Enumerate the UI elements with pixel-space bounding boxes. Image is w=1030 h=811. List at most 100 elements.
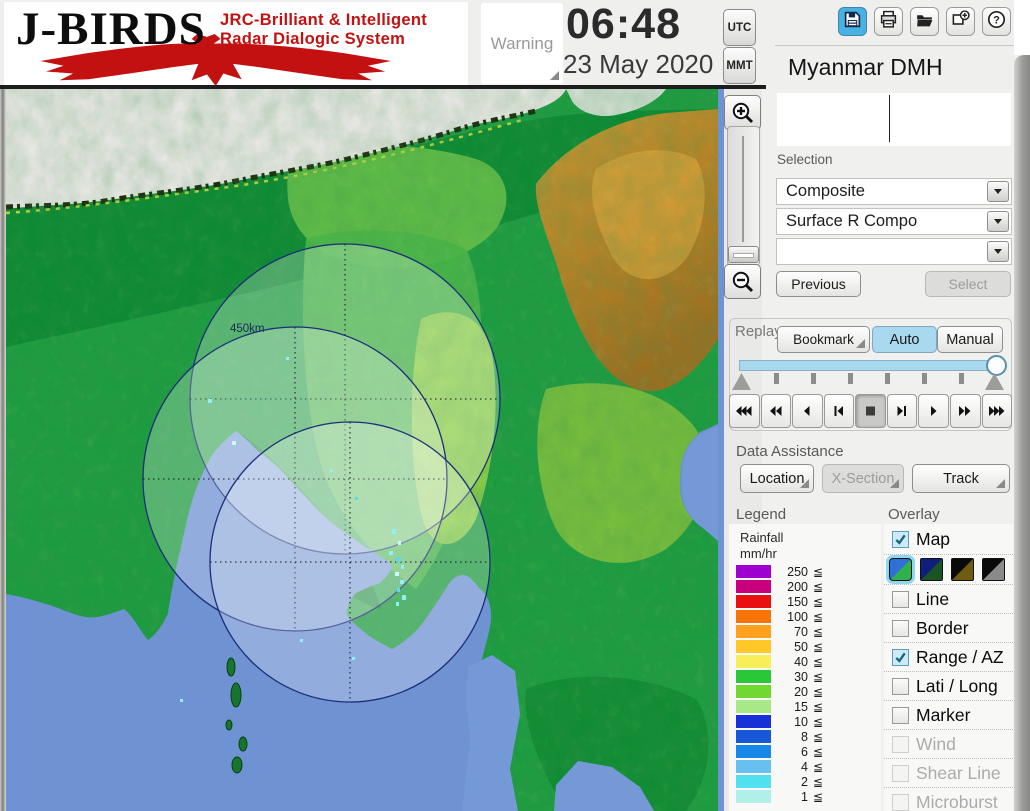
legend-value: 1 (801, 790, 808, 804)
legend-unit-symbol: ≦ (813, 685, 824, 699)
fastest-rewind-button[interactable] (729, 394, 760, 428)
replay-timeline-slider[interactable] (739, 360, 997, 371)
legend-value: 2 (801, 775, 808, 789)
radar-map[interactable]: 450km (6, 89, 724, 811)
add-image-button[interactable] (946, 7, 975, 36)
map-style-swatch-4[interactable] (982, 558, 1005, 581)
previous-button[interactable]: Previous (776, 271, 861, 297)
checkbox-lati-long[interactable] (892, 677, 909, 695)
play-reverse-button[interactable] (792, 394, 823, 428)
station-list-box[interactable] (777, 93, 1011, 146)
overlay-item-shear-line[interactable]: Shear Line (884, 758, 1013, 787)
station-list-divider (889, 95, 890, 142)
step-forward-button[interactable] (886, 394, 918, 428)
checkbox-shear-line[interactable] (892, 764, 909, 782)
overlay-item-border[interactable]: Border (884, 613, 1013, 642)
print-button[interactable] (874, 7, 903, 36)
legend-unit-symbol: ≦ (813, 775, 824, 789)
replay-auto-button[interactable]: Auto (872, 326, 937, 353)
checkbox-border[interactable] (892, 619, 909, 637)
fast-rewind-button[interactable] (760, 394, 792, 428)
map-zoom-in-button[interactable] (724, 95, 761, 130)
overlay-item-wind[interactable]: Wind (884, 729, 1013, 758)
legend-unit-symbol: ≦ (813, 610, 824, 624)
overlay-item-lati-long[interactable]: Lati / Long (884, 671, 1013, 700)
selection-dropdown-2[interactable]: Surface R Compo (776, 208, 1012, 235)
bookmark-button[interactable]: Bookmark (777, 326, 870, 353)
overlay-item-map[interactable]: Map (884, 524, 1013, 554)
j-birds-application: J-BIRDS JRC-Brilliant & Intelligent Rada… (0, 0, 1030, 811)
checkbox-map[interactable] (892, 530, 909, 548)
replay-slider-handle[interactable] (986, 355, 1007, 376)
map-zoom-slider-handle[interactable] (728, 246, 759, 263)
selection-dropdown-1[interactable]: Composite (776, 178, 1012, 205)
map-style-swatch-1[interactable] (889, 558, 912, 581)
legend-title: Rainfall mm/hr (740, 530, 783, 562)
x-section-button[interactable]: X-Section (822, 464, 904, 493)
legend-color-swatch (736, 700, 771, 713)
legend-value: 20 (794, 685, 808, 699)
legend-row: 8 ≦ (729, 729, 881, 744)
legend-color-swatch (736, 580, 771, 593)
legend-value: 15 (794, 700, 808, 714)
checkbox-microburst[interactable] (892, 793, 909, 811)
timezone-mmt-button[interactable]: MMT (723, 47, 756, 84)
legend-unit-symbol: ≦ (813, 670, 824, 684)
legend-row: 4 ≦ (729, 759, 881, 774)
magnifier-minus-icon (732, 271, 753, 292)
gulf-of-martaban (462, 655, 520, 811)
legend-value: 40 (794, 655, 808, 669)
location-button[interactable]: Location (740, 464, 814, 493)
track-button[interactable]: Track (912, 464, 1010, 493)
replay-manual-button[interactable]: Manual (937, 326, 1003, 353)
timeline-tick (922, 373, 927, 384)
checkbox-line[interactable] (892, 590, 909, 608)
timezone-utc-button[interactable]: UTC (723, 9, 756, 46)
select-button[interactable]: Select (925, 271, 1011, 297)
fast-forward-button[interactable] (949, 394, 981, 428)
overlay-item-label: Line (916, 588, 950, 609)
checkbox-range-az[interactable] (892, 648, 909, 666)
save-button[interactable] (838, 7, 867, 36)
dropdown-arrow-button[interactable] (987, 181, 1009, 202)
overlay-item-line[interactable]: Line (884, 584, 1013, 613)
open-folder-button[interactable] (910, 7, 939, 36)
legend-color-swatch (736, 640, 771, 653)
legend-value: 10 (794, 715, 808, 729)
selection-dropdown-3[interactable] (776, 238, 1012, 265)
button-label: Location (749, 470, 805, 487)
warning-button[interactable]: Warning (481, 3, 563, 84)
legend-value: 30 (794, 670, 808, 684)
stop-button[interactable] (855, 394, 886, 428)
chevron-down-icon (994, 219, 1002, 224)
overlay-item-label: Wind (916, 733, 956, 754)
dropdown-arrow-button[interactable] (987, 241, 1009, 262)
map-style-swatch-2[interactable] (920, 558, 943, 581)
step-backward-button[interactable] (823, 394, 855, 428)
overlay-item-marker[interactable]: Marker (884, 700, 1013, 729)
legend-unit-symbol: ≦ (813, 745, 824, 759)
overlay-item-range-az[interactable]: Range / AZ (884, 642, 1013, 671)
legend-row: 100 ≦ (729, 609, 881, 624)
fastest-forward-button[interactable] (981, 394, 1013, 428)
overlay-item-microburst[interactable]: Microburst (884, 787, 1013, 811)
checkbox-wind[interactable] (892, 735, 909, 753)
panel-header-divider (775, 45, 1014, 46)
dropdown-arrow-button[interactable] (987, 211, 1009, 232)
play-forward-button[interactable] (918, 394, 949, 428)
panel-scrollbar[interactable] (1014, 55, 1030, 811)
rainfall-legend: Rainfall mm/hr 250 ≦ 200 ≦ 150 ≦ 100 ≦ 70 ≦ 50 ≦ 40 ≦… (729, 524, 881, 811)
map-zoom-out-button[interactable] (724, 264, 761, 299)
legend-row: 70 ≦ (729, 624, 881, 639)
range-ring-label: 450km (230, 323, 265, 335)
legend-color-swatch (736, 595, 771, 608)
chevron-down-icon (994, 249, 1002, 254)
bookmark-button-label: Bookmark (793, 332, 854, 347)
help-button[interactable]: ? (982, 7, 1011, 36)
legend-color-swatch (736, 790, 771, 803)
legend-row: 15 ≦ (729, 699, 881, 714)
checkbox-marker[interactable] (892, 706, 909, 724)
legend-unit-symbol: ≦ (813, 580, 824, 594)
map-style-swatch-3[interactable] (951, 558, 974, 581)
legend-value: 70 (794, 625, 808, 639)
